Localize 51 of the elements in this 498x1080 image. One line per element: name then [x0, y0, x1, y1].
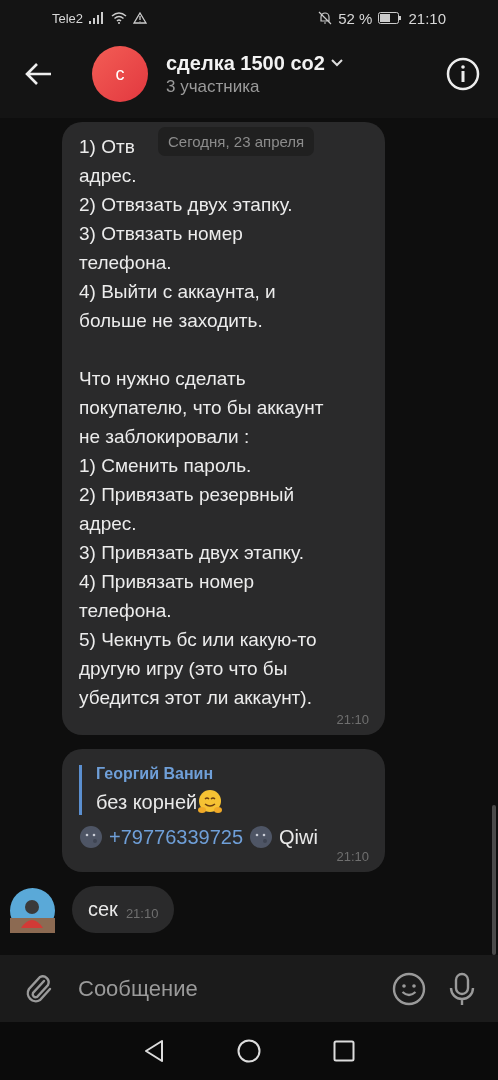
microphone-icon[interactable]: [448, 971, 476, 1006]
warning-icon: [133, 12, 148, 24]
message-line: 4) Привязать номер: [79, 570, 255, 594]
message-line: Что нужно сделать: [79, 367, 246, 391]
info-icon[interactable]: [446, 57, 480, 91]
message-line: 2) Отвязать двух этапку.: [79, 193, 293, 217]
back-nav-icon[interactable]: [143, 1039, 165, 1063]
member-count: 3 участника: [166, 76, 261, 97]
message-line: 3) Привязать двух этапку.: [79, 541, 304, 565]
wifi-icon: [111, 12, 128, 24]
user-avatar[interactable]: [10, 888, 55, 933]
smiley-icon[interactable]: [392, 971, 426, 1006]
message-line: телефона.: [79, 599, 172, 623]
message-text: сек: [88, 898, 118, 921]
battery-icon: [378, 12, 403, 24]
message-line: 3) Отвязать номер: [79, 222, 243, 246]
message-line: телефона.: [79, 251, 172, 275]
chevron-down-icon[interactable]: [330, 59, 343, 67]
message-line: 1) Сменить пароль.: [79, 454, 252, 478]
moon-emoji-icon: [249, 825, 274, 849]
battery-percent: 52 %: [338, 9, 373, 27]
moon-emoji-icon: [79, 825, 103, 849]
message-line: 2) Привязать резервный: [79, 483, 295, 507]
quote-author: Георгий Ванин: [96, 765, 215, 783]
message-line: покупателю, что бы аккаунт: [79, 396, 324, 420]
message-line: адрес.: [79, 164, 137, 188]
bell-off-icon: [318, 11, 333, 25]
message-time: 21:10: [125, 906, 159, 921]
home-nav-icon[interactable]: [237, 1039, 261, 1063]
message-line: другую игру (это что бы: [79, 657, 288, 681]
chat-title[interactable]: сделка 1500 со2: [166, 51, 325, 75]
message-line: больше не заходить.: [79, 309, 263, 333]
message-time: 21:10: [336, 712, 369, 727]
quote-text: без корней: [96, 790, 198, 814]
signal-icon: [89, 12, 106, 24]
date-label: Сегодня, 23 апреля: [158, 127, 315, 156]
message-line: не заблокировали :: [79, 425, 250, 449]
chat-avatar[interactable]: с: [92, 46, 148, 102]
message-line: убедится этот ли аккаунт).: [79, 686, 312, 710]
hugging-emoji-icon: [197, 789, 224, 815]
message-line: 1) Отв: [79, 135, 135, 159]
back-arrow-icon[interactable]: [24, 62, 52, 86]
recents-nav-icon[interactable]: [333, 1040, 355, 1062]
message-time: 21:10: [336, 849, 369, 864]
phone-link[interactable]: +79776339725: [109, 825, 244, 849]
clock-time: 21:10: [408, 9, 446, 27]
message-text: Qiwi: [279, 825, 318, 849]
message-line: 4) Выйти с аккаунта, и: [79, 280, 276, 304]
carrier-name: Tele2: [52, 10, 84, 26]
message-line: адрес.: [79, 512, 137, 536]
message-line: 5) Чекнуть бс или какую-то: [79, 628, 317, 652]
